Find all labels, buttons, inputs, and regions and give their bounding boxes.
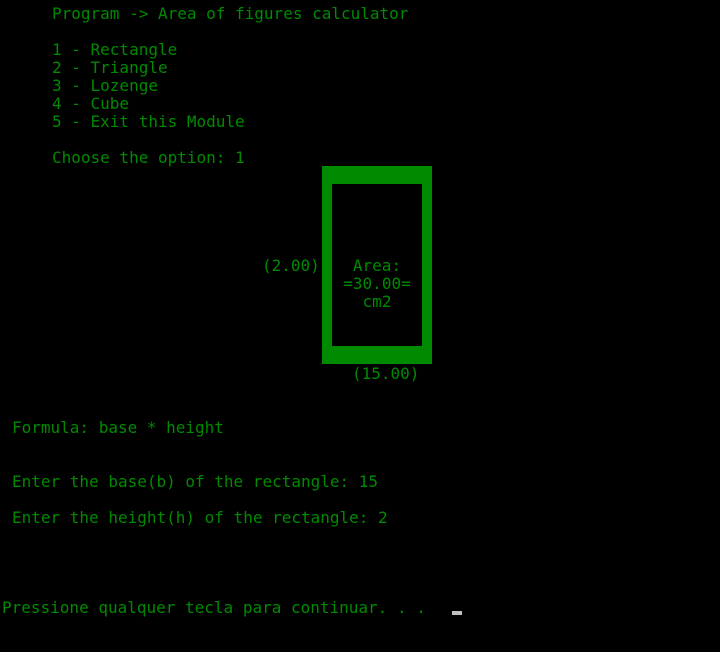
- menu-option-lozenge: 3 - Lozenge: [52, 76, 158, 95]
- menu-option-triangle: 2 - Triangle: [52, 58, 168, 77]
- rectangle-interior: Area: =30.00= cm2: [332, 184, 422, 346]
- area-unit: cm2: [362, 292, 392, 311]
- rectangle-figure: Area: =30.00= cm2: [322, 166, 432, 364]
- area-label: Area:: [352, 256, 402, 275]
- continue-prompt: Pressione qualquer tecla para continuar.…: [2, 598, 426, 617]
- console-window[interactable]: Program -> Area of figures calculator 1 …: [0, 0, 720, 652]
- menu-option-rectangle: 1 - Rectangle: [52, 40, 178, 59]
- formula-text: Formula: base * height: [12, 418, 224, 437]
- base-dimension-label: (15.00): [352, 364, 420, 383]
- height-dimension-label: (2.00): [262, 256, 320, 275]
- area-value: =30.00=: [343, 274, 411, 293]
- menu-option-exit: 5 - Exit this Module: [52, 112, 245, 131]
- height-input-prompt: Enter the height(h) of the rectangle: 2: [12, 508, 388, 527]
- program-title: Program -> Area of figures calculator: [52, 4, 409, 23]
- choose-option-prompt: Choose the option: 1: [52, 148, 245, 167]
- base-input-prompt: Enter the base(b) of the rectangle: 15: [12, 472, 379, 491]
- menu-option-cube: 4 - Cube: [52, 94, 130, 113]
- text-cursor: [452, 611, 462, 615]
